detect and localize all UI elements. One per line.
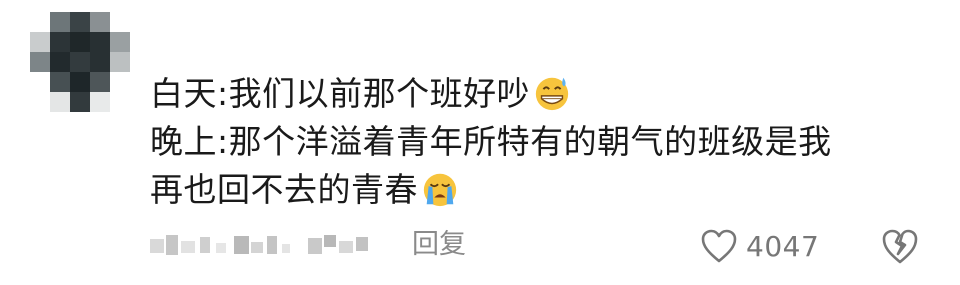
heart-outline-icon	[701, 229, 737, 263]
comment-line-2: 晚上:那个洋溢着青年所特有的朝气的班级是我	[150, 122, 832, 161]
broken-heart-icon[interactable]	[880, 226, 920, 266]
comment-line-1: 白天:我们以前那个班好吵	[150, 70, 930, 118]
like-button[interactable]: 4047	[700, 224, 819, 268]
grinning-sweat-emoji-icon	[535, 77, 569, 111]
comment-text: 白天:我们以前那个班好吵 晚上:那个洋溢着青年所特有的朝气的班级是我 再也回不去…	[150, 70, 930, 214]
comment-footer: 回复 4047	[0, 222, 960, 272]
comment-line-3: 再也回不去的青春	[150, 166, 930, 214]
comment-line-1-text: 白天:我们以前那个班好吵	[150, 74, 531, 113]
avatar[interactable]	[30, 12, 130, 112]
like-count: 4047	[746, 229, 820, 263]
blurred-meta-info	[150, 235, 368, 255]
comment-item: 白天:我们以前那个班好吵 晚上:那个洋溢着青年所特有的朝气的班级是我 再也回不去…	[0, 0, 960, 285]
reply-button[interactable]: 回复	[412, 227, 466, 263]
comment-line-3-text: 再也回不去的青春	[150, 170, 418, 209]
loudly-crying-emoji-icon	[423, 173, 457, 207]
